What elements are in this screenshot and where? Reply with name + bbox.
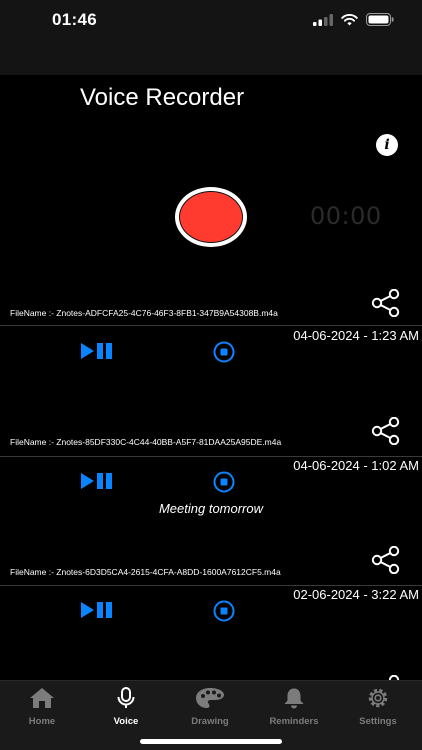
signal-icon bbox=[313, 13, 333, 26]
tab-home[interactable]: Home bbox=[0, 687, 84, 727]
info-icon: i bbox=[384, 137, 390, 153]
recording-date: 02-06-2024 - 3:22 AM bbox=[293, 587, 419, 602]
recording-date: 04-06-2024 - 1:02 AM bbox=[293, 458, 419, 473]
tab-drawing[interactable]: Drawing bbox=[168, 687, 252, 727]
divider bbox=[0, 325, 422, 326]
tab-label: Drawing bbox=[191, 716, 229, 727]
tab-voice[interactable]: Voice bbox=[84, 687, 168, 727]
share-icon[interactable] bbox=[370, 546, 402, 574]
divider bbox=[0, 456, 422, 457]
gear-icon bbox=[368, 688, 388, 708]
recording-filename: FileName :- Znotes-ADFCFA25-4C76-46F3-8F… bbox=[10, 308, 278, 318]
play-pause-button[interactable] bbox=[80, 343, 114, 359]
share-icon[interactable] bbox=[370, 289, 402, 317]
recording-item: FileName :- Znotes-6D3D5CA4-2615-4CFA-A8… bbox=[0, 540, 422, 680]
home-icon bbox=[30, 688, 54, 708]
record-icon bbox=[179, 191, 243, 243]
wifi-icon bbox=[341, 13, 358, 25]
recordings-list[interactable]: FileName :- Znotes-ADFCFA25-4C76-46F3-8F… bbox=[0, 280, 422, 680]
recording-note: Meeting tomorrow bbox=[158, 501, 264, 516]
status-icons bbox=[313, 13, 394, 26]
tab-settings[interactable]: Settings bbox=[336, 687, 420, 727]
bell-icon bbox=[284, 688, 304, 709]
battery-icon bbox=[366, 13, 394, 26]
recording-item: FileName :- Znotes-ADFCFA25-4C76-46F3-8F… bbox=[0, 280, 422, 410]
stop-button[interactable] bbox=[213, 600, 235, 622]
status-time: 01:46 bbox=[52, 10, 97, 29]
page-title: Voice Recorder bbox=[80, 84, 245, 111]
recording-timer: 00:00 bbox=[310, 202, 382, 230]
stop-button[interactable] bbox=[213, 471, 235, 493]
status-bar: 01:46 bbox=[0, 0, 422, 40]
recording-filename: FileName :- Znotes-6D3D5CA4-2615-4CFA-A8… bbox=[10, 567, 281, 577]
tab-label: Reminders bbox=[269, 716, 319, 727]
info-button[interactable]: i bbox=[376, 134, 398, 156]
home-indicator[interactable] bbox=[140, 739, 282, 744]
recording-item: FileName :- Znotes-85DF330C-4C44-40BB-A5… bbox=[0, 410, 422, 540]
recording-date: 04-06-2024 - 1:23 AM bbox=[293, 328, 419, 343]
tab-label: Settings bbox=[359, 716, 397, 727]
palette-icon bbox=[196, 688, 224, 708]
stop-button[interactable] bbox=[213, 341, 235, 363]
record-button[interactable] bbox=[175, 187, 247, 247]
tab-label: Home bbox=[28, 716, 56, 727]
divider bbox=[0, 585, 422, 586]
share-icon[interactable] bbox=[370, 417, 402, 445]
play-pause-button[interactable] bbox=[80, 473, 114, 489]
microphone-icon bbox=[117, 687, 135, 708]
play-pause-button[interactable] bbox=[80, 602, 114, 618]
recording-filename: FileName :- Znotes-85DF330C-4C44-40BB-A5… bbox=[10, 437, 282, 447]
tab-label: Voice bbox=[113, 716, 139, 727]
tab-reminders[interactable]: Reminders bbox=[252, 687, 336, 727]
